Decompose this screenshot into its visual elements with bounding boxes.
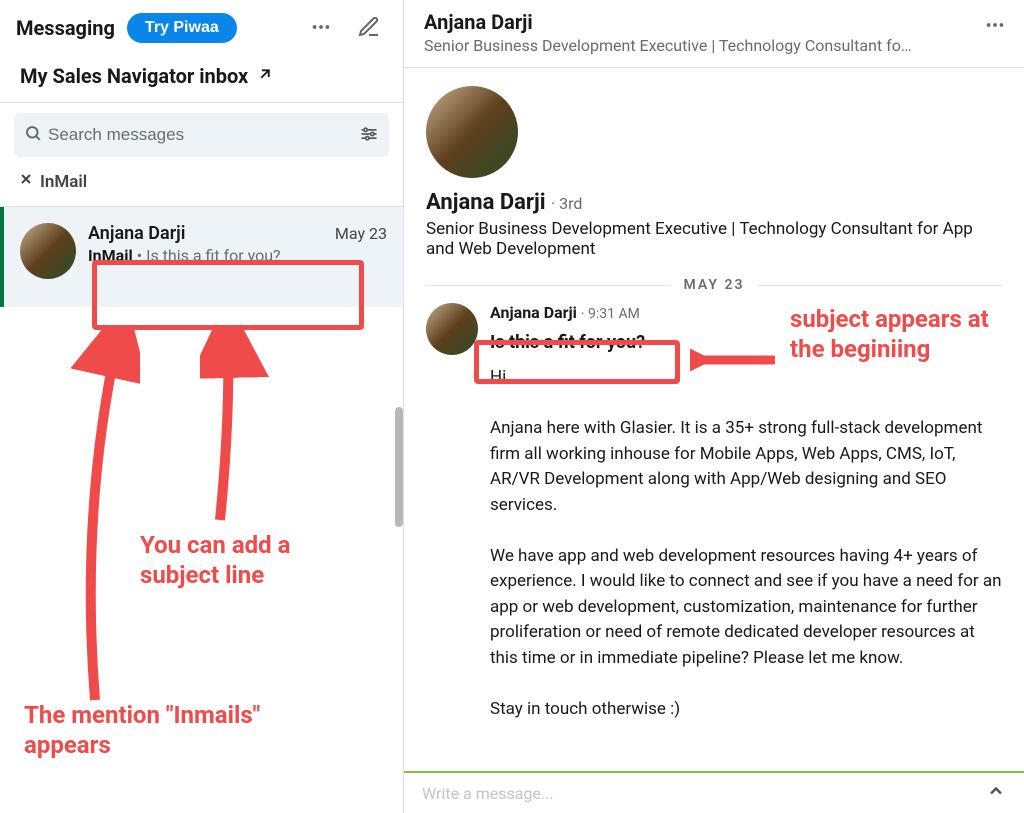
dots-icon — [984, 24, 1006, 39]
conversation-preview: Is this a fit for you? — [146, 246, 281, 265]
thread-more-button[interactable] — [984, 14, 1006, 39]
sidebar-header: Messaging Try Piwaa — [0, 0, 403, 56]
filter-button[interactable] — [359, 124, 379, 147]
avatar — [20, 223, 76, 279]
scrollbar[interactable] — [395, 407, 403, 527]
composer[interactable]: Write a message... — [404, 771, 1024, 813]
compose-button[interactable] — [351, 10, 387, 46]
more-options-button[interactable] — [303, 10, 339, 46]
thread-header: Anjana Darji Senior Business Development… — [404, 0, 1024, 68]
message: Anjana Darji · 9:31 AM Is this a fit for… — [426, 303, 1002, 722]
try-piwaa-button[interactable]: Try Piwaa — [127, 13, 237, 43]
profile-subtitle: Senior Business Development Executive | … — [426, 219, 1002, 259]
thread-contact-subtitle: Senior Business Development Executive | … — [424, 36, 964, 55]
message-text: Hi, Anjana here with Glasier. It is a 35… — [490, 365, 1002, 722]
date-divider-label: MAY 23 — [684, 277, 745, 293]
external-link-icon — [256, 64, 274, 88]
conversation-name: Anjana Darji — [88, 223, 185, 244]
thread-pane: Anjana Darji Senior Business Development… — [404, 0, 1024, 813]
profile-degree: 3rd — [559, 194, 582, 213]
composer-placeholder: Write a message... — [422, 784, 554, 803]
inmail-badge: InMail — [88, 246, 133, 265]
sidebar: Messaging Try Piwaa My Sales Navigator i… — [0, 0, 404, 813]
dots-icon — [310, 16, 332, 41]
conversation-date: May 23 — [335, 224, 387, 243]
chip-label: InMail — [40, 172, 87, 192]
message-subject: Is this a fit for you? — [490, 332, 645, 353]
date-divider: MAY 23 — [426, 277, 1002, 293]
sales-navigator-link[interactable]: My Sales Navigator inbox — [0, 56, 403, 103]
message-sender[interactable]: Anjana Darji — [490, 303, 577, 322]
search-row — [14, 113, 389, 157]
conversation-item[interactable]: Anjana Darji May 23 InMail•Is this a fit… — [0, 207, 403, 307]
search-input[interactable] — [42, 119, 359, 151]
conversation-list[interactable]: Anjana Darji May 23 InMail•Is this a fit… — [0, 207, 403, 813]
close-icon — [18, 171, 34, 192]
filter-chip-row: InMail — [0, 167, 403, 207]
message-time: 9:31 AM — [588, 306, 640, 322]
search-icon — [24, 124, 42, 146]
compose-icon — [357, 15, 381, 42]
thread-body[interactable]: Anjana Darji · 3rd Senior Business Devel… — [404, 68, 1024, 771]
message-avatar[interactable] — [426, 303, 478, 355]
subheader-label: My Sales Navigator inbox — [20, 64, 248, 88]
inmail-filter-chip[interactable]: InMail — [18, 171, 87, 192]
sliders-icon — [359, 132, 379, 147]
profile-avatar[interactable] — [426, 86, 518, 178]
thread-contact-name: Anjana Darji — [424, 10, 1004, 34]
profile-name[interactable]: Anjana Darji — [426, 190, 546, 215]
chevron-up-icon[interactable] — [986, 781, 1006, 805]
sidebar-title: Messaging — [16, 16, 115, 40]
